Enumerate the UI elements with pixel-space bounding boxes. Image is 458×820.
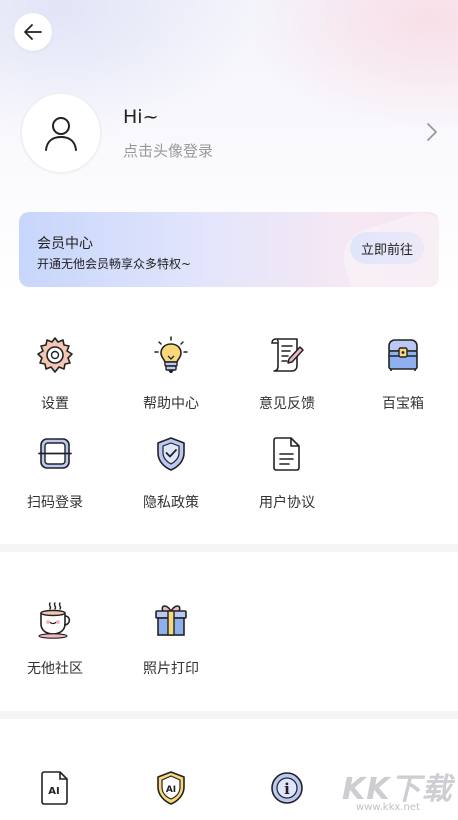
- vip-banner[interactable]: 会员中心 开通无他会员畅享众多特权~ 立即前往: [19, 212, 439, 287]
- tool-privacy-policy[interactable]: 隐私政策: [121, 434, 221, 512]
- tool-label: 设置: [41, 396, 69, 412]
- ai-file-item[interactable]: AI: [5, 768, 105, 808]
- watermark-url: www.kkx.net: [356, 802, 420, 813]
- tool-label: 帮助中心: [143, 396, 199, 412]
- back-button[interactable]: [14, 13, 52, 51]
- tool-label: 用户协议: [259, 495, 315, 511]
- community-item[interactable]: 无他社区: [5, 600, 105, 678]
- vip-go-button[interactable]: 立即前往: [350, 232, 424, 264]
- coffee-cup-icon: [38, 602, 71, 639]
- tool-settings[interactable]: 设置: [5, 335, 105, 413]
- avatar[interactable]: [20, 92, 102, 174]
- login-hint[interactable]: 点击头像登录: [123, 140, 213, 161]
- greeting-text: Hi~: [123, 106, 159, 128]
- info-text: i: [284, 780, 290, 798]
- photo-print-item[interactable]: 照片打印: [121, 600, 221, 678]
- tool-feedback[interactable]: 意见反馈: [237, 335, 337, 413]
- arrow-left-icon: [24, 24, 42, 40]
- gear-icon: [37, 337, 73, 373]
- treasure-chest-icon: [388, 339, 418, 371]
- tool-label: 扫码登录: [27, 495, 83, 511]
- tool-label: 百宝箱: [382, 396, 424, 412]
- tool-scan-login[interactable]: 扫码登录: [5, 434, 105, 512]
- photo-print-label: 照片打印: [143, 661, 199, 677]
- lightbulb-icon: [154, 336, 188, 373]
- ai-shield-item[interactable]: AI: [121, 768, 221, 808]
- scan-icon: [38, 438, 72, 469]
- chevron-right-icon[interactable]: [426, 122, 438, 142]
- shield-check-icon: [157, 437, 185, 471]
- tool-label: 隐私政策: [143, 495, 199, 511]
- info-icon: i: [271, 772, 303, 804]
- vip-subtitle: 开通无他会员畅享众多特权~: [37, 257, 192, 271]
- tool-label: 意见反馈: [259, 396, 315, 412]
- ai-file-icon: AI: [41, 771, 68, 805]
- gift-box-icon: [155, 605, 187, 636]
- section-divider: [0, 711, 458, 719]
- tool-help-center[interactable]: 帮助中心: [121, 335, 221, 413]
- tool-user-agreement[interactable]: 用户协议: [237, 434, 337, 512]
- tool-treasure-box[interactable]: 百宝箱: [353, 335, 453, 413]
- info-item[interactable]: i: [237, 768, 337, 808]
- watermark: KK下载 www.kkx.net: [342, 764, 458, 820]
- vip-title: 会员中心: [37, 236, 93, 252]
- ai-shield-icon: AI: [157, 771, 185, 805]
- ai-file-text: AI: [48, 786, 59, 797]
- scroll-pen-icon: [271, 338, 304, 372]
- user-icon: [45, 117, 77, 151]
- section-divider: [0, 544, 458, 552]
- document-icon: [273, 437, 300, 471]
- ai-shield-text: AI: [166, 785, 176, 795]
- profile-section[interactable]: Hi~ 点击头像登录: [20, 92, 440, 176]
- community-label: 无他社区: [27, 661, 83, 677]
